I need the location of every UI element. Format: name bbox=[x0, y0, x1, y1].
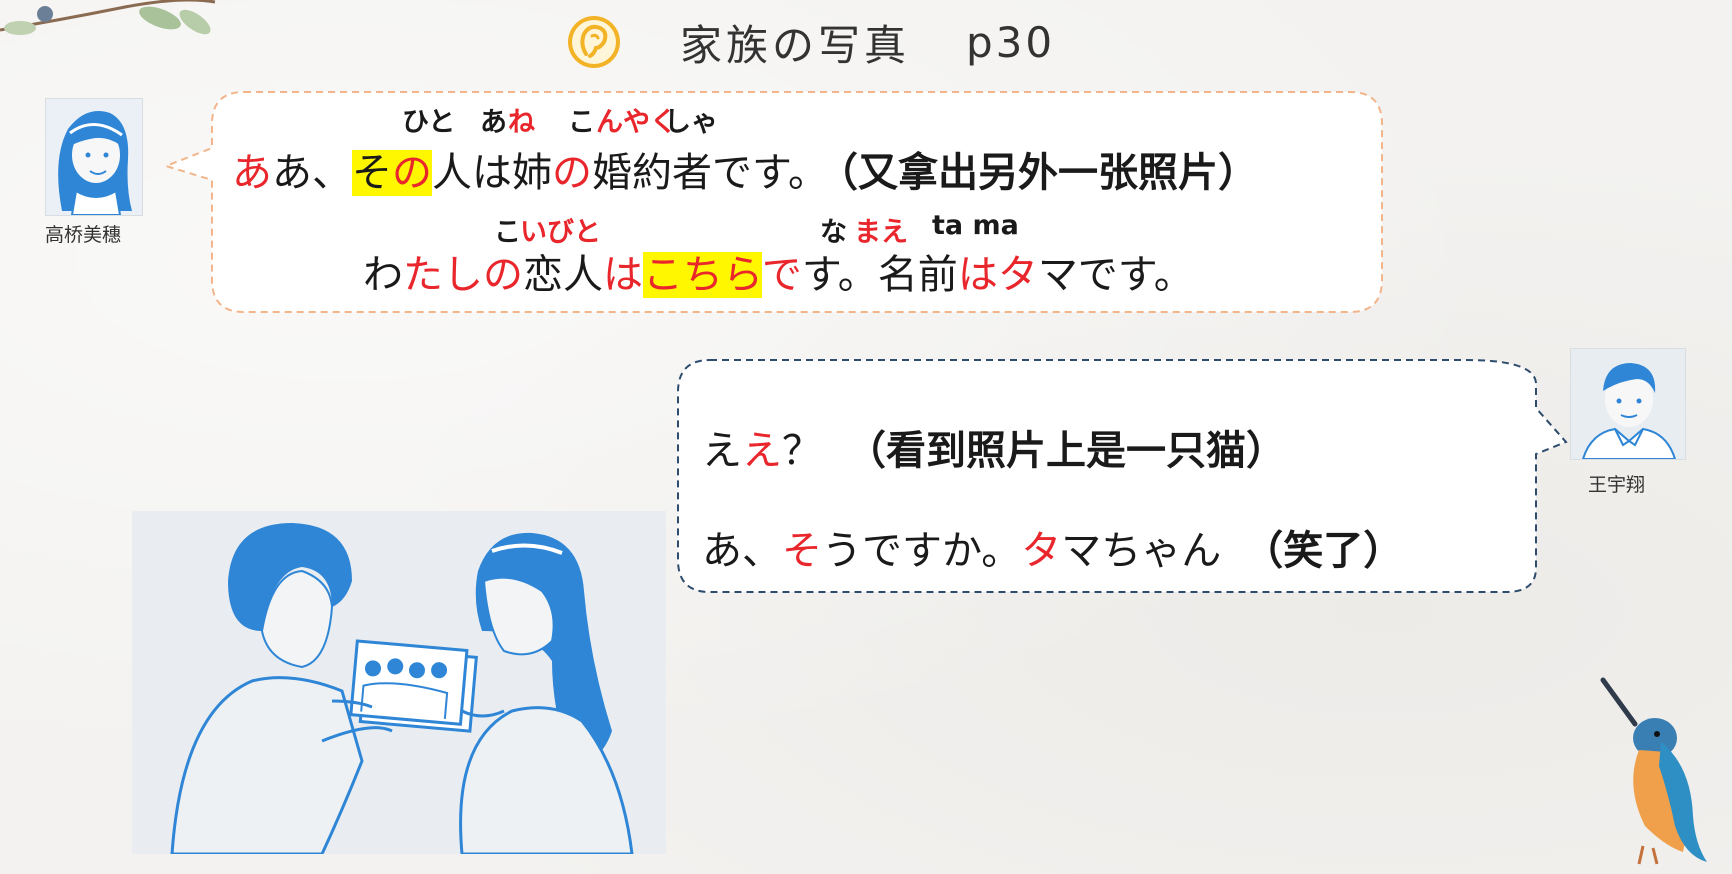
text-segment: あ bbox=[232, 150, 272, 196]
dialogue-line-3: ええ？ （看到照片上是一只猫） bbox=[702, 418, 1286, 476]
dialogue-line-1: ああ、その人は姉の婚約者です。 （又拿出另外一张照片） bbox=[232, 140, 1258, 198]
text-segment: え bbox=[702, 428, 742, 474]
furigana-ane-a: あ bbox=[480, 107, 507, 138]
branch-decoration bbox=[0, 0, 216, 35]
highlighted-kochira: こちら bbox=[643, 252, 762, 298]
text-segment: タ bbox=[1021, 528, 1062, 574]
furigana-sha: しゃ bbox=[664, 107, 718, 138]
furigana-tama: ta ma bbox=[932, 210, 1019, 241]
text-segment: タ bbox=[997, 252, 1038, 298]
text-segment: こちら bbox=[643, 252, 762, 298]
text-segment: 婚約者です。 bbox=[592, 150, 828, 196]
avatar-right: 王宇翔 bbox=[1570, 348, 1686, 496]
text-segment: マです。 bbox=[1037, 252, 1194, 298]
text-segment: え bbox=[742, 428, 782, 474]
title-row: 家族の写真 p30 bbox=[566, 12, 1055, 72]
text-segment: たしの bbox=[403, 252, 523, 298]
text-segment: の bbox=[552, 150, 592, 196]
text-segment: 恋人 bbox=[523, 252, 603, 298]
furigana-ane-ne: ね bbox=[508, 107, 535, 138]
page-number: p30 bbox=[966, 17, 1056, 67]
text-segment: で bbox=[761, 252, 802, 298]
furigana-kon: こ bbox=[568, 107, 595, 138]
text-segment: そ bbox=[782, 528, 822, 574]
dialogue-line-2: わたしの恋人はこちらです。名前はタマです。 bbox=[363, 242, 1194, 300]
dialogue-line-4: あ、そうですか。タマちゃん （笑了） bbox=[702, 518, 1403, 576]
couple-looking-at-photo-image bbox=[132, 511, 666, 854]
girl-portrait-icon bbox=[45, 98, 143, 216]
couple-photo-illustration bbox=[132, 511, 666, 854]
furigana-row-1: ひと あ ね こ んやく しゃ bbox=[160, 100, 1390, 138]
text-segment: あ、 bbox=[702, 528, 782, 574]
avatar-left: 高桥美穗 bbox=[45, 98, 143, 246]
text-segment: あ、 bbox=[272, 150, 352, 196]
chinese-note: （又拿出另外一张照片） bbox=[838, 150, 1258, 196]
speech-bubble-left: ひと あ ね こ んやく しゃ ああ、その人は姉の婚約者です。 （又拿出另外一张照… bbox=[160, 90, 1390, 320]
text-segment: わ bbox=[363, 252, 403, 298]
chinese-note: （看到照片上是一只猫） bbox=[846, 428, 1286, 474]
text-segment: うですか。 bbox=[822, 528, 1022, 574]
boy-portrait-icon bbox=[1570, 348, 1686, 460]
text-segment: マちゃん bbox=[1061, 528, 1222, 574]
text-segment: す。名前 bbox=[801, 252, 958, 298]
speaker-name-right: 王宇翔 bbox=[1588, 474, 1646, 496]
furigana-hito: ひと bbox=[402, 107, 456, 138]
text-segment: ？ bbox=[782, 428, 822, 474]
text-segment: は bbox=[957, 252, 998, 298]
highlighted-sono: その bbox=[352, 150, 432, 196]
ear-speech-icon bbox=[568, 16, 620, 68]
page-title: 家族の写真 bbox=[680, 20, 911, 70]
speaker-name-left: 高桥美穗 bbox=[45, 224, 122, 246]
speech-bubble-right: ええ？ （看到照片上是一只猫） あ、そうですか。タマちゃん （笑了） bbox=[676, 358, 1572, 598]
text-segment: 人は姉 bbox=[432, 150, 552, 196]
chinese-note: （笑了） bbox=[1243, 528, 1404, 574]
text-segment: は bbox=[603, 252, 643, 298]
kingfisher-bird-decoration bbox=[1600, 677, 1707, 865]
furigana-row-2: こ いびと な まえ ta ma bbox=[160, 210, 1390, 248]
